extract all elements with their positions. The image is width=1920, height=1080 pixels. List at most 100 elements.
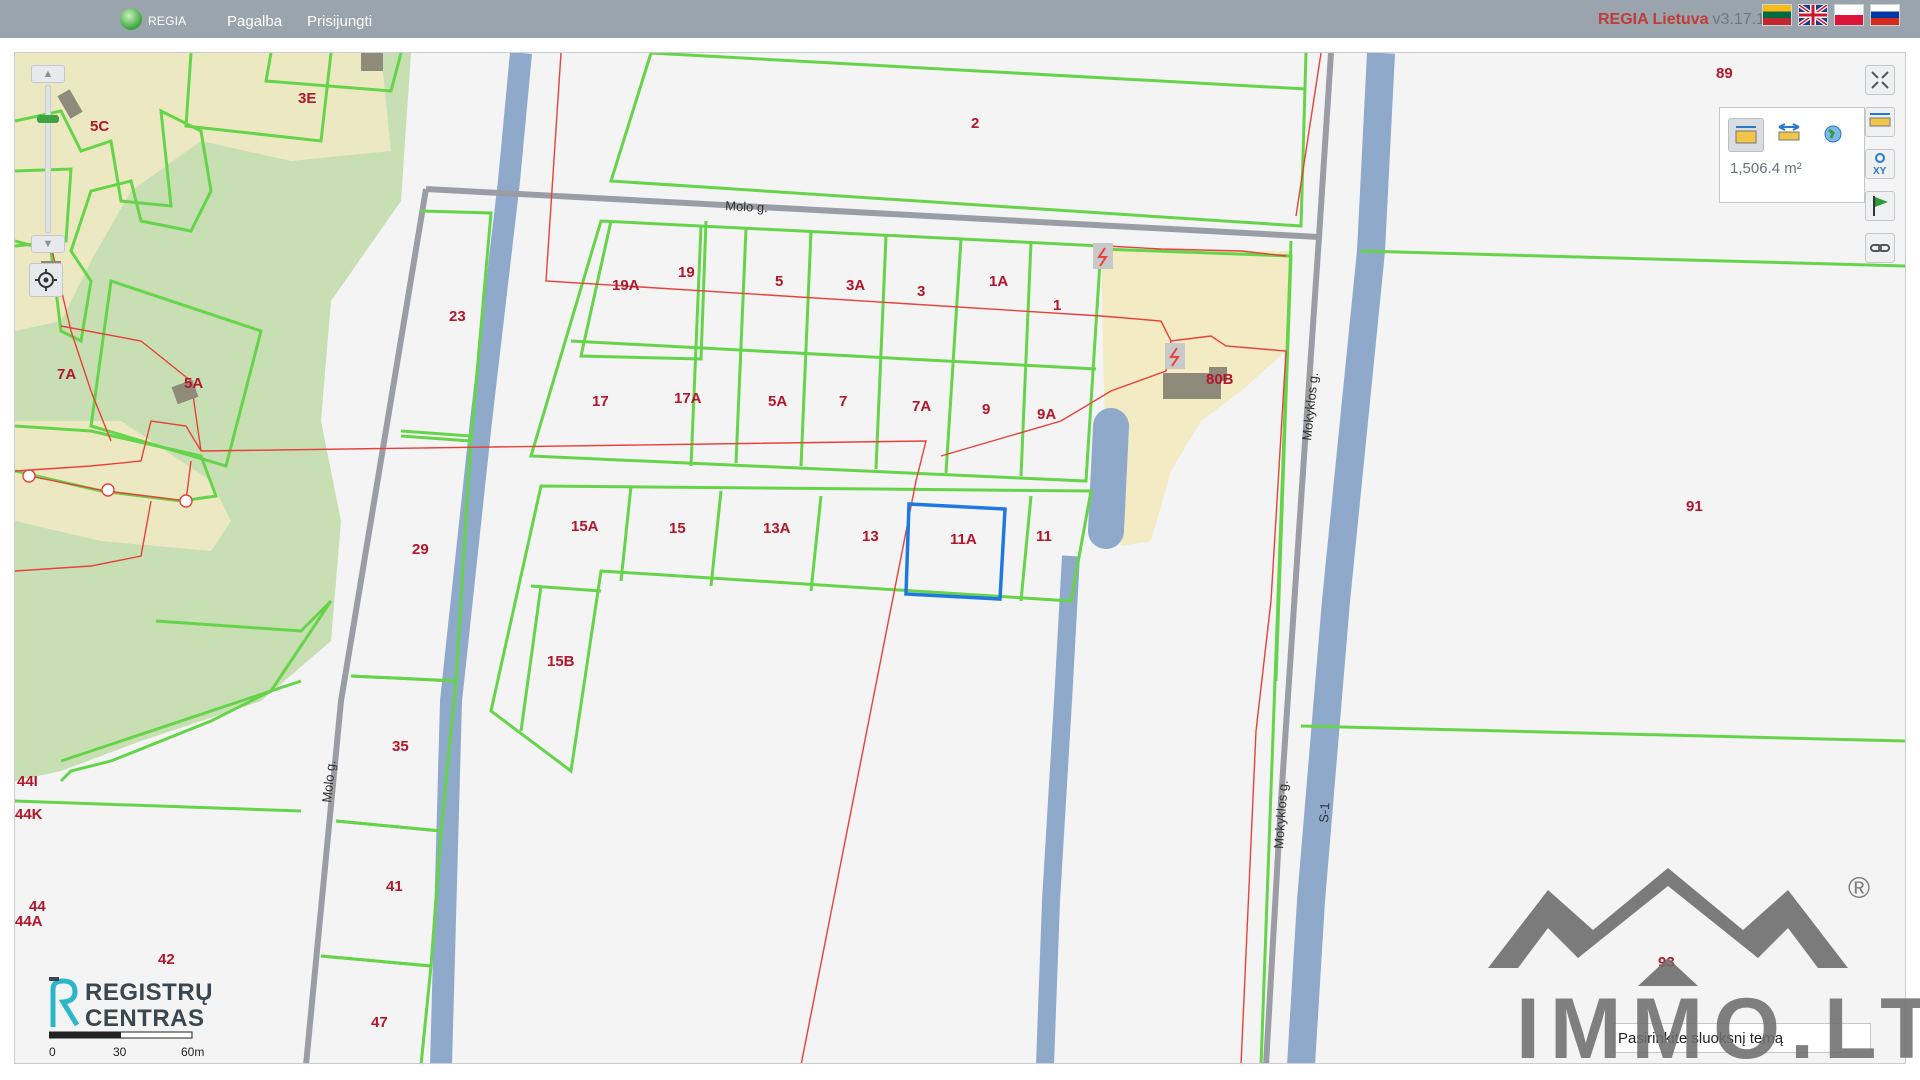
coordinates-tool-button[interactable]: XY [1865,149,1895,179]
parcel-label: 9A [1037,406,1056,423]
locate-button[interactable] [29,263,63,297]
scale-label: 60m [181,1045,205,1059]
parcel-label: 3A [846,277,865,294]
cadastral-map[interactable]: 89 2 3E 5C 7A 5A 23 19A 19 5 3A 3 1A 1 1… [15,53,1906,1064]
scale-label: 30 [113,1045,127,1059]
zoom-out-button[interactable]: ▼ [31,235,65,253]
parcel-label: 7 [839,393,847,410]
scale-label: 0 [49,1045,56,1059]
parcel-label: 23 [449,308,466,325]
street-label: Molo g. [319,759,338,803]
parcel-label: 7A [912,398,931,415]
parcel-label: 15B [547,653,575,670]
layer-search-input[interactable] [1613,1023,1871,1053]
parcel-label: 2 [971,115,979,132]
parcel-label: 5 [775,273,783,290]
parcel-label: 3E [298,90,316,107]
top-bar: REGIA Pagalba Prisijungti REGIA Lietuva v… [0,0,1920,38]
street-label: Molo g. [725,198,768,215]
zoom-slider-track[interactable] [45,85,51,233]
street-label: Mokyklos g. [1271,780,1291,850]
parcel-label: 11A [950,531,977,548]
parcel-label: 89 [1716,65,1733,82]
link-tool-button[interactable] [1865,233,1895,263]
street-label: S-1 [1316,802,1332,823]
parcel-label: 42 [158,951,175,968]
street-molo-horizontal [425,186,1320,240]
measure-area-button[interactable] [1728,118,1764,152]
parcel-label: 1A [989,273,1008,290]
zoom-control: ▲ ▼ [31,65,65,255]
canal [430,53,532,1063]
measure-result: 1,506.4 m² [1730,160,1802,177]
measure-panel: 1,506.4 m² [1719,107,1865,203]
road-s1 [1287,53,1395,1063]
parcel-label: 5A [184,375,203,392]
collapse-icon [1871,71,1889,89]
parcel-label: 91 [1686,498,1703,515]
lithuania-flag-icon[interactable] [1762,4,1792,26]
poland-flag-icon[interactable] [1834,4,1864,26]
parcel-label: 5A [768,393,787,410]
measure-length-button[interactable] [1772,118,1808,152]
parcel-label: 93 [1658,954,1675,971]
parcel-label: 13A [763,520,791,537]
street-label: Mokyklos g. [1299,371,1321,441]
parcel-label: 7A [57,366,76,383]
parcel-label: 3 [917,283,925,300]
version-label: v3.17.1 [1712,11,1765,28]
link-icon [1870,244,1890,252]
russia-flag-icon[interactable] [1870,4,1900,26]
parcel-label: 9 [982,401,990,418]
parcel-label: 15A [571,518,599,535]
scale-bar: 0 30 60m [45,1029,215,1059]
parcel-label: 1 [1053,297,1061,314]
measure-tool-button[interactable] [1865,107,1895,137]
parcel-label: 80B [1206,371,1234,388]
parcel-label: 15 [669,520,686,537]
rc-text-line1: REGISTRŲ [85,979,214,1006]
globe-icon [1824,125,1842,143]
parcel-label: 29 [412,541,429,558]
rc-mark-icon [49,977,80,1027]
pond [1088,408,1129,549]
area-icon [1735,126,1757,144]
parcel-label: 5C [90,118,109,135]
canal [1036,555,1080,1063]
parcel-label: 11 [1036,528,1052,545]
regia-gem-icon [120,8,142,30]
zoom-in-button[interactable]: ▲ [31,65,65,83]
parcel-label: 44I [17,773,38,790]
xy-label: XY [1873,166,1887,177]
collapse-tools-button[interactable] [1865,65,1895,95]
parcel-label: 17 [592,393,609,410]
map-view[interactable]: 89 2 3E 5C 7A 5A 23 19A 19 5 3A 3 1A 1 1… [14,52,1906,1064]
uk-flag-icon[interactable] [1797,3,1829,27]
brand-name: REGIA Lietuva [1597,11,1709,28]
parcel-label: 47 [371,1014,388,1031]
nav-help-link[interactable]: Pagalba [227,13,282,30]
coordinates-icon: XY [1873,153,1887,177]
logo-text: REGIA [148,14,187,28]
ruler-icon [1778,123,1800,141]
building [361,53,383,71]
parcel-label: 13 [862,528,879,545]
parcel-label: 44K [15,806,43,823]
parcel-label: 41 [386,878,403,895]
measure-icon [1869,113,1891,127]
parcel-label: 35 [392,738,409,755]
selected-parcel[interactable] [904,502,1007,601]
measure-point-button[interactable] [1816,118,1852,152]
parcel-label: 19A [612,277,640,294]
flag-tool-button[interactable] [1865,191,1895,221]
parcel-label: 17A [674,390,702,407]
registru-centras-logo: REGISTRŲ CENTRAS [45,975,235,1035]
scale-bar-graphic [49,1031,193,1039]
zoom-slider-handle[interactable] [37,115,59,123]
brand-title: REGIA Lietuva v3.17.1 [1598,11,1765,29]
nav-login-link[interactable]: Prisijungti [307,13,372,30]
parcel-label: 44A [15,913,43,930]
flag-icon [1873,196,1888,216]
crosshair-icon [35,269,57,291]
parcel-label: 19 [678,264,695,281]
